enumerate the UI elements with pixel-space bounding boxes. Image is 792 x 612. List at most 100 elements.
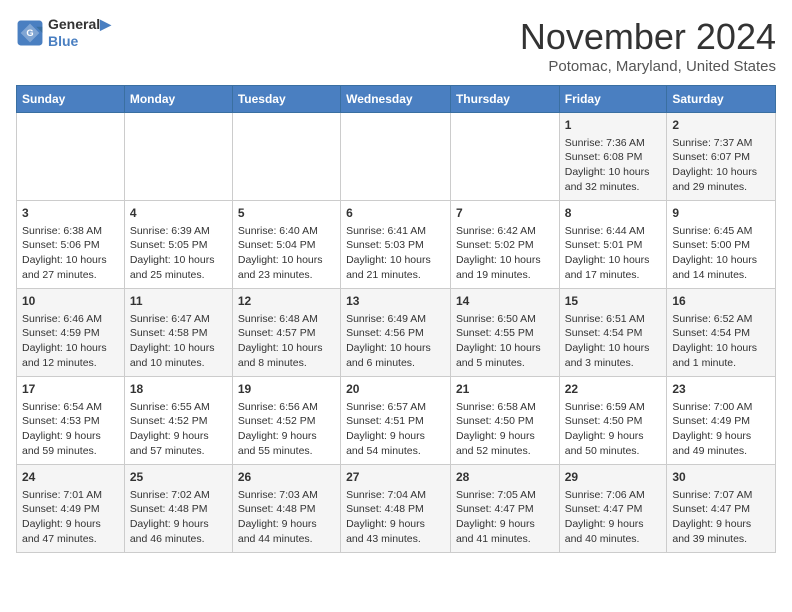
calendar-cell (17, 113, 125, 201)
title-block: November 2024 Potomac, Maryland, United … (520, 16, 776, 75)
day-number: 16 (672, 293, 770, 310)
day-info: Sunrise: 6:54 AM Sunset: 4:53 PM Dayligh… (22, 400, 119, 459)
day-info: Sunrise: 7:03 AM Sunset: 4:48 PM Dayligh… (238, 488, 335, 547)
calendar-cell: 23 Sunrise: 7:00 AM Sunset: 4:49 PM Dayli… (667, 377, 776, 465)
calendar-week-1: 1 Sunrise: 7:36 AM Sunset: 6:08 PM Daylig… (17, 113, 776, 201)
column-header-monday: Monday (124, 86, 232, 113)
column-header-tuesday: Tuesday (232, 86, 340, 113)
day-info: Sunrise: 6:51 AM Sunset: 4:54 PM Dayligh… (565, 312, 662, 371)
calendar-header-row: SundayMondayTuesdayWednesdayThursdayFrid… (17, 86, 776, 113)
day-info: Sunrise: 6:42 AM Sunset: 5:02 PM Dayligh… (456, 224, 554, 283)
column-header-friday: Friday (559, 86, 667, 113)
day-number: 5 (238, 205, 335, 222)
day-info: Sunrise: 7:04 AM Sunset: 4:48 PM Dayligh… (346, 488, 445, 547)
day-info: Sunrise: 6:40 AM Sunset: 5:04 PM Dayligh… (238, 224, 335, 283)
logo-icon: G (16, 19, 44, 47)
day-number: 7 (456, 205, 554, 222)
day-info: Sunrise: 6:41 AM Sunset: 5:03 PM Dayligh… (346, 224, 445, 283)
calendar-cell: 2 Sunrise: 7:37 AM Sunset: 6:07 PM Daylig… (667, 113, 776, 201)
day-info: Sunrise: 7:05 AM Sunset: 4:47 PM Dayligh… (456, 488, 554, 547)
calendar-cell (124, 113, 232, 201)
day-info: Sunrise: 6:39 AM Sunset: 5:05 PM Dayligh… (130, 224, 227, 283)
column-header-saturday: Saturday (667, 86, 776, 113)
day-info: Sunrise: 6:47 AM Sunset: 4:58 PM Dayligh… (130, 312, 227, 371)
day-number: 27 (346, 469, 445, 486)
day-info: Sunrise: 6:56 AM Sunset: 4:52 PM Dayligh… (238, 400, 335, 459)
day-number: 14 (456, 293, 554, 310)
day-info: Sunrise: 6:46 AM Sunset: 4:59 PM Dayligh… (22, 312, 119, 371)
day-info: Sunrise: 6:58 AM Sunset: 4:50 PM Dayligh… (456, 400, 554, 459)
day-number: 12 (238, 293, 335, 310)
calendar-cell: 22Sunrise: 6:59 AM Sunset: 4:50 PM Dayli… (559, 377, 667, 465)
day-number: 13 (346, 293, 445, 310)
day-number: 29 (565, 469, 662, 486)
calendar-cell: 12 Sunrise: 6:48 AM Sunset: 4:57 PM Dayli… (232, 289, 340, 377)
day-number: 21 (456, 381, 554, 398)
calendar-cell: 20Sunrise: 6:57 AM Sunset: 4:51 PM Dayli… (341, 377, 451, 465)
day-number: 25 (130, 469, 227, 486)
day-number: 30 (672, 469, 770, 486)
day-info: Sunrise: 6:59 AM Sunset: 4:50 PM Dayligh… (565, 400, 662, 459)
calendar-cell: 30 Sunrise: 7:07 AM Sunset: 4:47 PM Dayli… (667, 465, 776, 553)
day-number: 17 (22, 381, 119, 398)
day-number: 23 (672, 381, 770, 398)
day-info: Sunrise: 6:52 AM Sunset: 4:54 PM Dayligh… (672, 312, 770, 371)
calendar-cell: 18 Sunrise: 6:55 AM Sunset: 4:52 PM Dayli… (124, 377, 232, 465)
day-info: Sunrise: 7:00 AM Sunset: 4:49 PM Dayligh… (672, 400, 770, 459)
column-header-sunday: Sunday (17, 86, 125, 113)
column-header-wednesday: Wednesday (341, 86, 451, 113)
calendar-cell: 8 Sunrise: 6:44 AM Sunset: 5:01 PM Daylig… (559, 201, 667, 289)
day-number: 28 (456, 469, 554, 486)
calendar-cell: 9Sunrise: 6:45 AM Sunset: 5:00 PM Daylig… (667, 201, 776, 289)
calendar-cell: 27 Sunrise: 7:04 AM Sunset: 4:48 PM Dayli… (341, 465, 451, 553)
svg-text:G: G (26, 28, 33, 38)
day-number: 1 (565, 117, 662, 134)
calendar-cell: 26 Sunrise: 7:03 AM Sunset: 4:48 PM Dayli… (232, 465, 340, 553)
calendar-cell: 5 Sunrise: 6:40 AM Sunset: 5:04 PM Daylig… (232, 201, 340, 289)
calendar-cell: 29Sunrise: 7:06 AM Sunset: 4:47 PM Dayli… (559, 465, 667, 553)
day-info: Sunrise: 7:02 AM Sunset: 4:48 PM Dayligh… (130, 488, 227, 547)
day-info: Sunrise: 6:38 AM Sunset: 5:06 PM Dayligh… (22, 224, 119, 283)
calendar-cell: 3 Sunrise: 6:38 AM Sunset: 5:06 PM Daylig… (17, 201, 125, 289)
calendar-cell (341, 113, 451, 201)
day-number: 19 (238, 381, 335, 398)
day-number: 8 (565, 205, 662, 222)
calendar-cell: 16 Sunrise: 6:52 AM Sunset: 4:54 PM Dayli… (667, 289, 776, 377)
day-number: 9 (672, 205, 770, 222)
day-number: 11 (130, 293, 227, 310)
logo: G General▶ Blue (16, 16, 111, 49)
calendar-cell: 19 Sunrise: 6:56 AM Sunset: 4:52 PM Dayli… (232, 377, 340, 465)
calendar-cell: 14 Sunrise: 6:50 AM Sunset: 4:55 PM Dayli… (450, 289, 559, 377)
day-number: 2 (672, 117, 770, 134)
day-info: Sunrise: 7:01 AM Sunset: 4:49 PM Dayligh… (22, 488, 119, 547)
calendar-cell (450, 113, 559, 201)
calendar-cell: 1 Sunrise: 7:36 AM Sunset: 6:08 PM Daylig… (559, 113, 667, 201)
calendar-cell (232, 113, 340, 201)
day-info: Sunrise: 7:36 AM Sunset: 6:08 PM Dayligh… (565, 136, 662, 195)
calendar-cell: 4Sunrise: 6:39 AM Sunset: 5:05 PM Daylig… (124, 201, 232, 289)
day-info: Sunrise: 6:50 AM Sunset: 4:55 PM Dayligh… (456, 312, 554, 371)
column-header-thursday: Thursday (450, 86, 559, 113)
calendar-week-2: 3 Sunrise: 6:38 AM Sunset: 5:06 PM Daylig… (17, 201, 776, 289)
calendar-cell: 13Sunrise: 6:49 AM Sunset: 4:56 PM Dayli… (341, 289, 451, 377)
calendar-cell: 25 Sunrise: 7:02 AM Sunset: 4:48 PM Dayli… (124, 465, 232, 553)
day-info: Sunrise: 6:48 AM Sunset: 4:57 PM Dayligh… (238, 312, 335, 371)
day-number: 26 (238, 469, 335, 486)
day-number: 6 (346, 205, 445, 222)
month-title: November 2024 (520, 16, 776, 58)
day-number: 20 (346, 381, 445, 398)
day-info: Sunrise: 7:37 AM Sunset: 6:07 PM Dayligh… (672, 136, 770, 195)
day-info: Sunrise: 7:07 AM Sunset: 4:47 PM Dayligh… (672, 488, 770, 547)
day-number: 24 (22, 469, 119, 486)
calendar-week-5: 24 Sunrise: 7:01 AM Sunset: 4:49 PM Dayli… (17, 465, 776, 553)
day-number: 18 (130, 381, 227, 398)
calendar-cell: 6 Sunrise: 6:41 AM Sunset: 5:03 PM Daylig… (341, 201, 451, 289)
calendar-week-3: 10Sunrise: 6:46 AM Sunset: 4:59 PM Dayli… (17, 289, 776, 377)
calendar-cell: 15Sunrise: 6:51 AM Sunset: 4:54 PM Dayli… (559, 289, 667, 377)
calendar-cell: 28 Sunrise: 7:05 AM Sunset: 4:47 PM Dayli… (450, 465, 559, 553)
calendar-cell: 17 Sunrise: 6:54 AM Sunset: 4:53 PM Dayli… (17, 377, 125, 465)
day-number: 3 (22, 205, 119, 222)
day-info: Sunrise: 6:55 AM Sunset: 4:52 PM Dayligh… (130, 400, 227, 459)
calendar-cell: 7 Sunrise: 6:42 AM Sunset: 5:02 PM Daylig… (450, 201, 559, 289)
day-info: Sunrise: 6:44 AM Sunset: 5:01 PM Dayligh… (565, 224, 662, 283)
